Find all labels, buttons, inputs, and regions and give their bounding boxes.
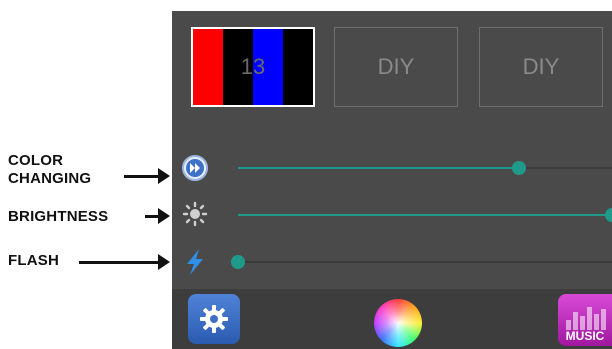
- app-panel: 13 DIY DIY MUSIC: [172, 11, 612, 349]
- annotation-arrow-line: [145, 215, 159, 218]
- annotation-label-changing: CHANGING: [8, 170, 92, 187]
- preset-diy-1[interactable]: DIY: [334, 27, 458, 107]
- settings-button[interactable]: [188, 294, 240, 344]
- preset-label: DIY: [377, 54, 415, 79]
- stripe-red: [193, 29, 223, 105]
- eq-bar: [580, 315, 585, 330]
- annotation-label-flash: FLASH: [8, 252, 59, 269]
- brightness-slider-fill: [238, 214, 612, 216]
- eq-bar: [601, 309, 606, 330]
- preset-label: DIY: [522, 54, 560, 79]
- color-wheel-icon[interactable]: [374, 299, 422, 347]
- brightness-slider-knob[interactable]: [605, 208, 612, 222]
- flash-slider-knob[interactable]: [231, 255, 245, 269]
- annotation-arrow-line: [124, 175, 158, 178]
- gear-icon: [200, 305, 228, 333]
- stripe-black: [283, 29, 313, 105]
- color-changing-slider[interactable]: [238, 161, 612, 175]
- color-changing-slider-knob[interactable]: [511, 161, 526, 175]
- preset-diy-2[interactable]: DIY: [479, 27, 603, 107]
- preset-13[interactable]: 13: [191, 27, 315, 107]
- lightning-icon: [180, 247, 210, 277]
- equalizer-icon: [566, 304, 606, 330]
- annotation-label-brightness: BRIGHTNESS: [8, 208, 109, 225]
- fast-forward-icon[interactable]: [180, 153, 210, 183]
- annotation-arrow-head: [158, 168, 170, 184]
- brightness-slider[interactable]: [238, 208, 612, 222]
- brightness-icon: [180, 199, 210, 229]
- eq-bar: [573, 311, 578, 330]
- preset-number: 13: [240, 54, 266, 79]
- flash-slider[interactable]: [231, 255, 612, 269]
- music-button[interactable]: MUSIC: [558, 294, 612, 346]
- annotation-arrow-head: [158, 254, 170, 270]
- color-changing-slider-fill: [238, 167, 519, 169]
- annotation-label-color: COLOR: [8, 152, 64, 169]
- eq-bar: [594, 314, 599, 330]
- eq-bar: [587, 306, 592, 330]
- annotation-arrow-head: [158, 208, 170, 224]
- music-label: MUSIC: [565, 329, 605, 343]
- annotation-arrow-line: [79, 261, 159, 264]
